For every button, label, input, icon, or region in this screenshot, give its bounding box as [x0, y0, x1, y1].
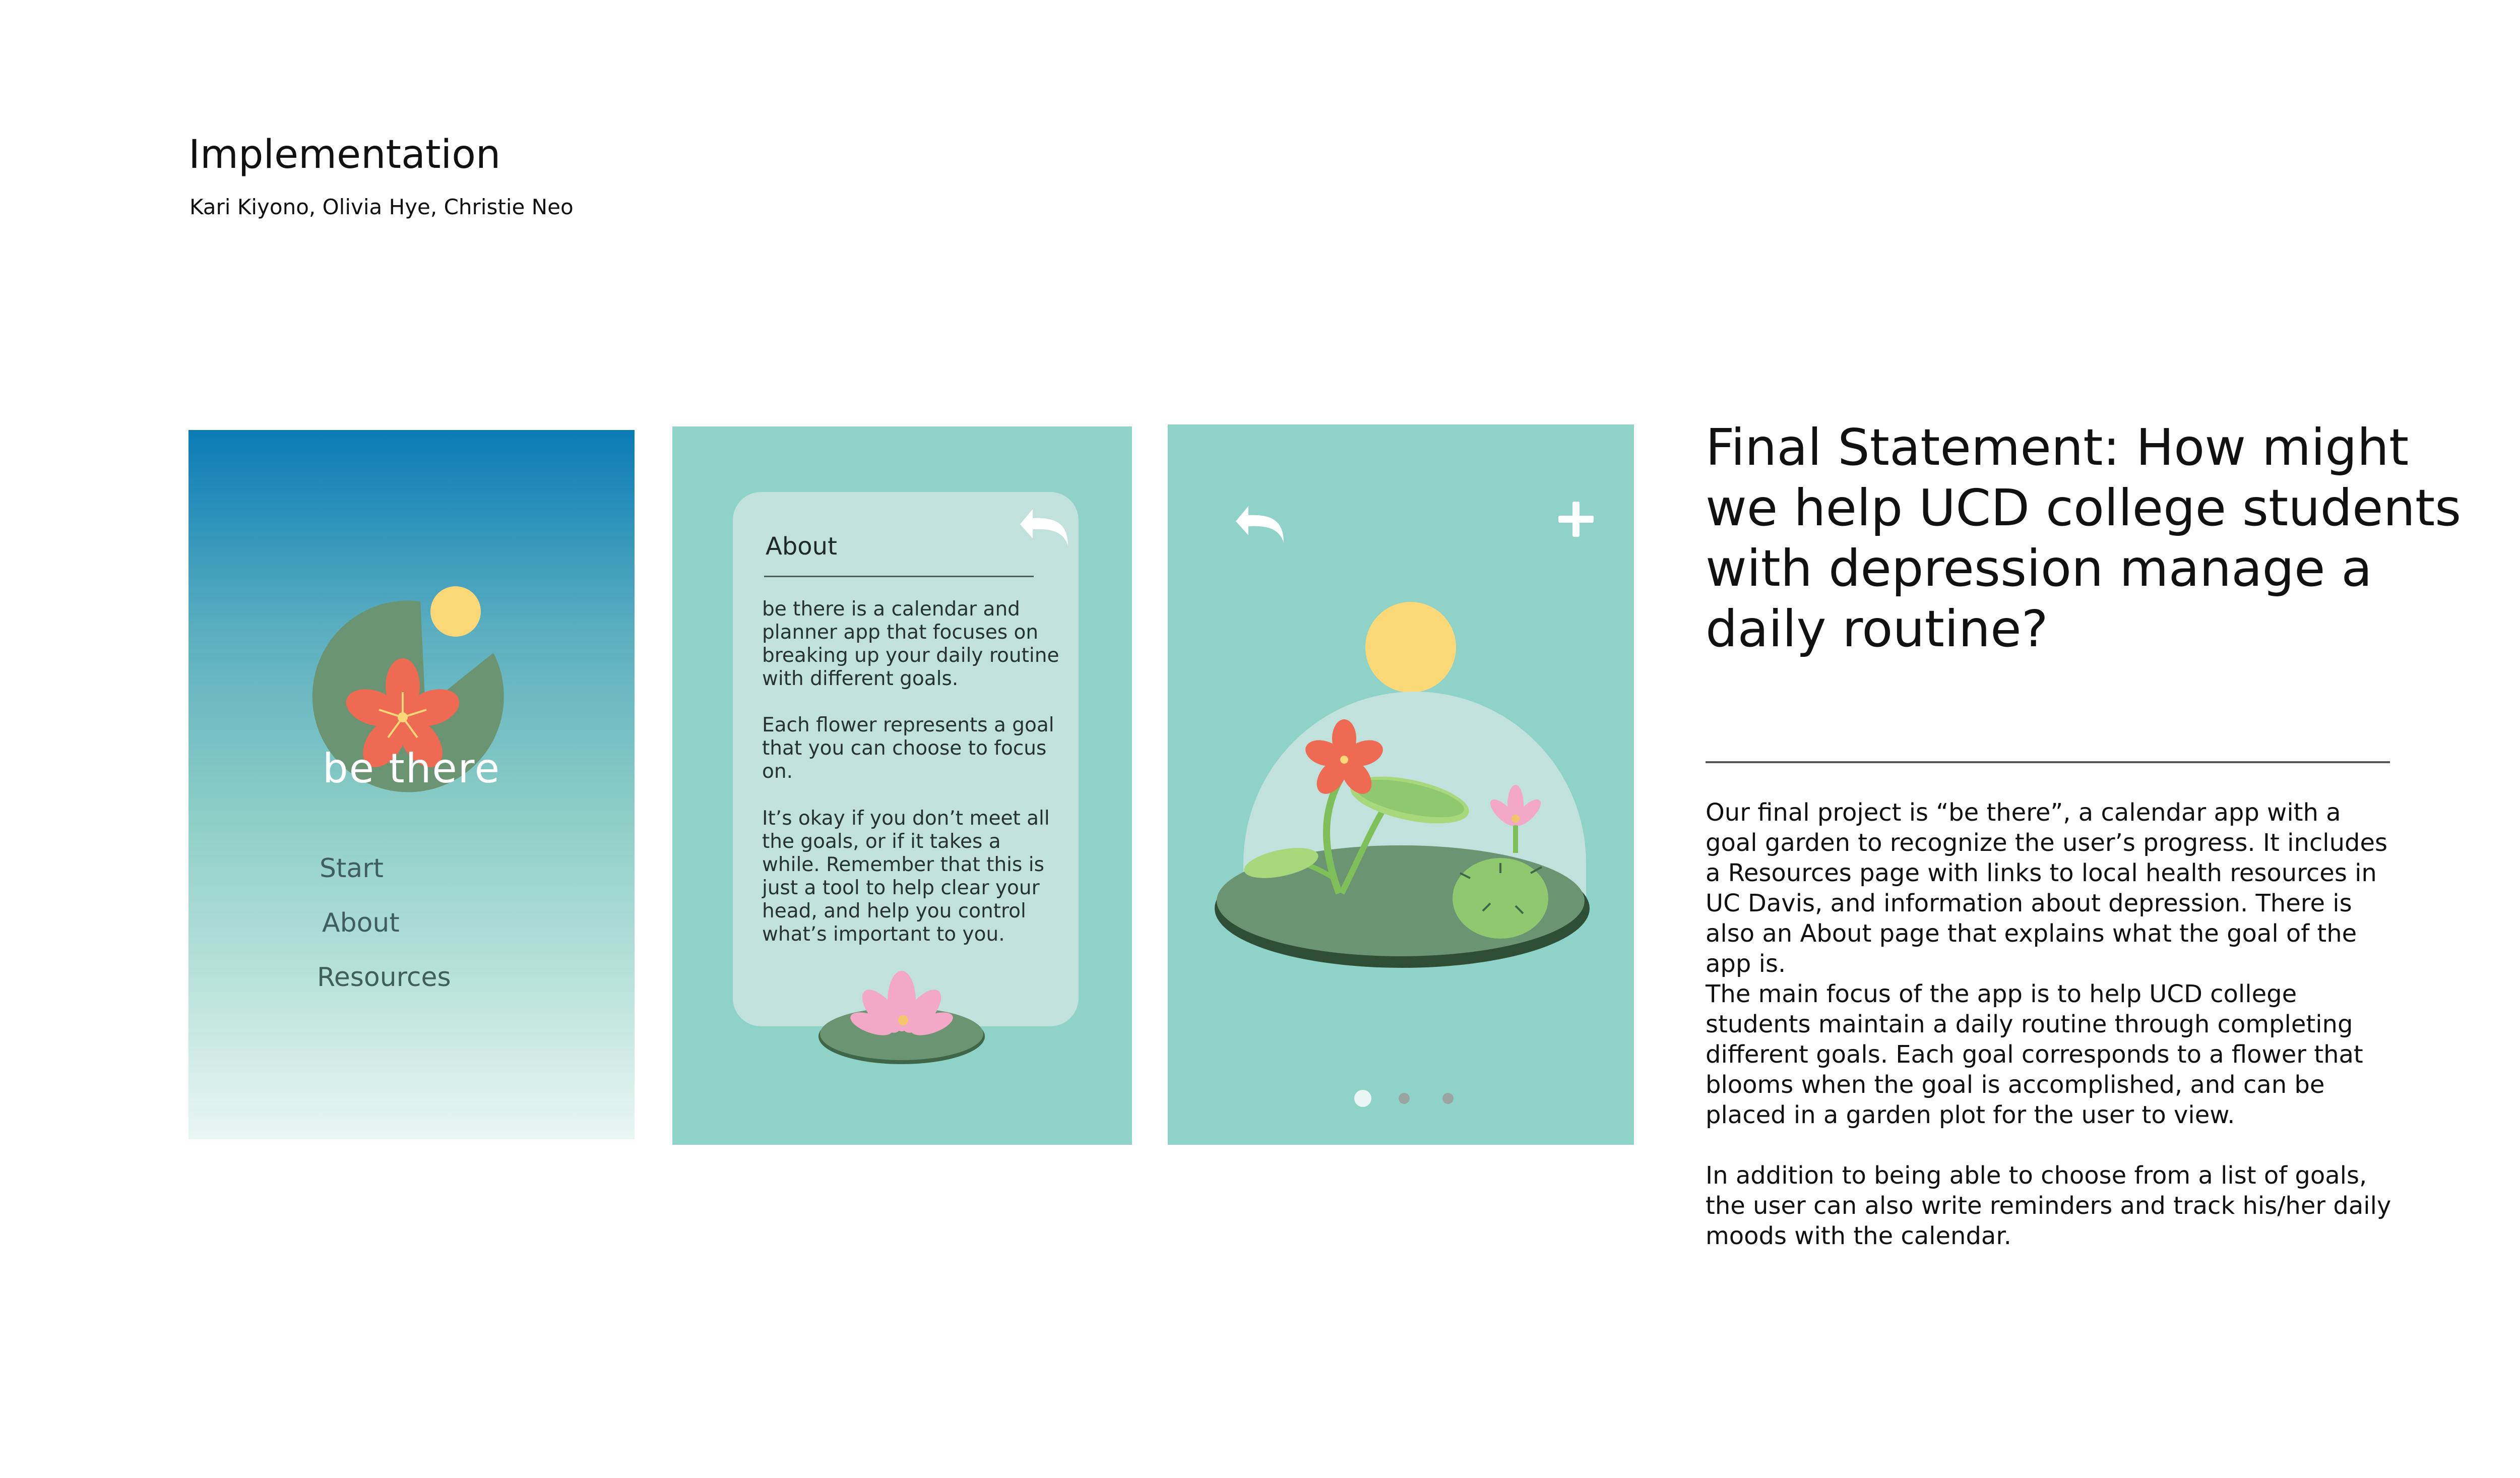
statement-paragraph: The main focus of the app is to help UCD…: [1706, 980, 2363, 1129]
start-screen-mockup: be there Start About Resources: [188, 430, 635, 1139]
about-card: About be there is a calendar and planner…: [733, 492, 1079, 1026]
divider: [764, 576, 1034, 577]
about-screen-mockup: About be there is a calendar and planner…: [672, 426, 1132, 1145]
back-arrow-icon[interactable]: [1233, 500, 1289, 545]
page-title: Implementation: [188, 132, 501, 177]
garden-screen-mockup: [1168, 424, 1634, 1145]
final-statement-title: Final Statement: How might we help UCD c…: [1706, 418, 2462, 658]
sun-icon: [1365, 602, 1456, 693]
goal-garden-illustration: [1215, 602, 1590, 968]
menu-item-start[interactable]: Start: [320, 853, 384, 884]
about-heading: About: [766, 532, 837, 561]
back-arrow-icon[interactable]: [1018, 503, 1073, 548]
about-paragraph: Each flower represents a goal that you c…: [762, 714, 1054, 783]
plus-icon[interactable]: [1556, 499, 1596, 539]
lotus-icon: [818, 971, 985, 1064]
about-paragraph: be there is a calendar and planner app t…: [762, 598, 1059, 690]
menu-item-about[interactable]: About: [322, 908, 400, 938]
pagination-dot-active[interactable]: [1354, 1090, 1371, 1107]
authors: Kari Kiyono, Olivia Hye, Christie Neo: [190, 195, 574, 219]
menu-item-resources[interactable]: Resources: [317, 962, 451, 993]
divider: [1706, 761, 2390, 763]
pagination-dot[interactable]: [1442, 1093, 1454, 1104]
statement-paragraph: In addition to being able to choose from…: [1706, 1161, 2391, 1250]
about-paragraph: It’s okay if you don’t meet all the goal…: [762, 807, 1050, 946]
statement-paragraph: Our final project is “be there”, a calen…: [1706, 798, 2388, 978]
app-name: be there: [322, 745, 501, 792]
pagination-dot[interactable]: [1399, 1093, 1410, 1104]
